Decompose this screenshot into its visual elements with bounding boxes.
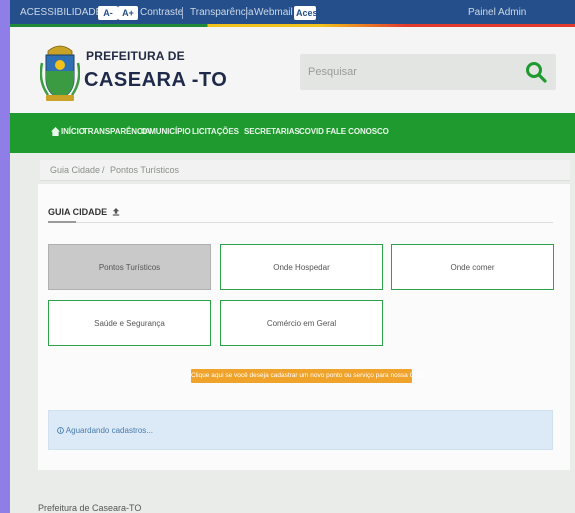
- site-header: PREFEITURA DE CASEARA -TO: [10, 27, 575, 113]
- breadcrumb-separator: /: [102, 165, 105, 175]
- section-divider: [48, 222, 553, 223]
- share-icon: [112, 208, 119, 216]
- tile-saude-seguranca[interactable]: Saúde e Segurança: [48, 300, 211, 346]
- tile-comercio-geral[interactable]: Comércio em Geral: [220, 300, 383, 346]
- nav-item-municipio[interactable]: O MUNICÍPIO: [141, 127, 191, 136]
- transparency-link[interactable]: Transparência: [190, 7, 254, 18]
- coat-of-arms-icon[interactable]: [40, 41, 80, 103]
- footer-text: Prefeitura de Caseara-TO: [38, 503, 142, 513]
- section-title: GUIA CIDADE: [48, 207, 120, 217]
- breadcrumb: Guia Cidade / Pontos Turísticos: [40, 160, 570, 181]
- topbar-divider: [182, 7, 183, 19]
- accessibility-label: ACESSIBILIDADE: [20, 7, 103, 18]
- brand-subtitle: PREFEITURA DE: [86, 49, 185, 63]
- nav-item-covid[interactable]: COVID: [299, 127, 324, 136]
- nav-item-inicio[interactable]: INÍCIO: [61, 127, 85, 136]
- browser-page: ACESSIBILIDADE A- A+ Contraste Transparê…: [10, 0, 575, 513]
- search-input[interactable]: [300, 54, 508, 90]
- nav-item-licitacoes[interactable]: LICITAÇÕES: [192, 127, 239, 136]
- brand-title[interactable]: CASEARA -TO: [84, 69, 227, 92]
- info-alert: Aguardando cadastros...: [48, 410, 553, 450]
- search-icon[interactable]: [524, 60, 548, 84]
- accessibility-bar: ACESSIBILIDADE A- A+ Contraste Transparê…: [10, 0, 575, 27]
- info-icon: [57, 427, 64, 434]
- info-text: Aguardando cadastros...: [57, 426, 153, 435]
- font-increase-button[interactable]: A+: [118, 6, 138, 20]
- tile-pontos-turisticos[interactable]: Pontos Turísticos: [48, 244, 211, 290]
- nav-item-secretarias[interactable]: SECRETARIAS: [244, 127, 300, 136]
- font-decrease-button[interactable]: A-: [98, 6, 118, 20]
- nav-item-fale-conosco[interactable]: FALE CONOSCO: [326, 127, 389, 136]
- login-button[interactable]: Acesso: [294, 6, 328, 20]
- tile-onde-hospedar[interactable]: Onde Hospedar: [220, 244, 383, 290]
- topbar-divider: [246, 7, 247, 19]
- register-notice-button[interactable]: Clique aqui se você deseja cadastrar um …: [191, 369, 423, 383]
- search-box: [300, 54, 556, 90]
- section-divider-accent: [48, 221, 76, 223]
- admin-link[interactable]: Painel Admin: [468, 7, 526, 18]
- content-card: GUIA CIDADE Pontos Turísticos Onde Hospe…: [38, 184, 570, 470]
- main-navigation: INÍCIO TRANSPARÊNCIA O MUNICÍPIO LICITAÇ…: [10, 113, 575, 153]
- breadcrumb-link-guia[interactable]: Guia Cidade: [50, 165, 100, 175]
- webmail-link[interactable]: Webmail: [254, 7, 293, 18]
- contrast-link[interactable]: Contraste: [140, 7, 183, 18]
- notice-text: Clique aqui se você deseja cadastrar um …: [191, 372, 424, 379]
- section-title-text: GUIA CIDADE: [48, 207, 108, 217]
- info-message: Aguardando cadastros...: [65, 426, 153, 435]
- home-icon[interactable]: [51, 127, 60, 136]
- breadcrumb-current: Pontos Turísticos: [110, 165, 180, 175]
- tile-onde-comer[interactable]: Onde comer: [391, 244, 554, 290]
